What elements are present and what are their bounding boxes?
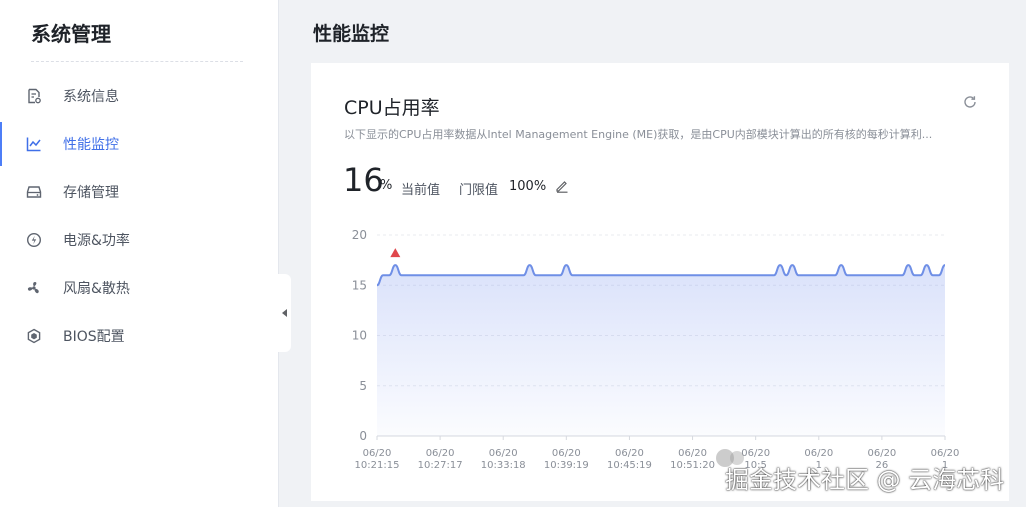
x-tick-label-date: 06/20 [678, 448, 707, 459]
x-tick-label-date: 06/20 [426, 448, 455, 459]
edit-threshold-icon[interactable] [555, 178, 569, 193]
x-tick-label-time: 10:39:19 [544, 460, 589, 471]
power-icon [26, 232, 42, 248]
max-value-marker [390, 248, 401, 258]
y-tick-label: 15 [352, 278, 367, 292]
x-tick-label-date: 06/20 [552, 448, 581, 459]
sidebar: 系统管理 系统信息 性能监控 存储管理 电源&功率 风扇&散热 BIOS配置 [0, 0, 279, 507]
x-tick-label-date: 06/20 [931, 448, 960, 459]
x-tick-label-date: 06/20 [867, 448, 896, 459]
y-tick-label: 10 [352, 329, 367, 343]
sidebar-item-label: BIOS配置 [63, 329, 125, 345]
watermark-text: 掘金技术社区 @ 云海芯科 [725, 466, 1005, 494]
fan-icon [26, 280, 42, 296]
sidebar-item-bios[interactable]: BIOS配置 [0, 314, 278, 358]
card-title: CPU占用率 [344, 97, 440, 119]
series-line [376, 264, 946, 287]
cpu-usage-card: CPU占用率 以下显示的CPU占用率数据从Intel Management En… [311, 63, 1009, 501]
x-tick-label-date: 06/20 [363, 448, 392, 459]
threshold-value: 100% [509, 179, 547, 194]
sidebar-title: 系统管理 [31, 22, 111, 46]
page-title: 性能监控 [313, 23, 390, 45]
document-settings-icon [26, 88, 42, 104]
sidebar-item-system-info[interactable]: 系统信息 [0, 74, 278, 118]
threshold-label: 门限值 [459, 183, 499, 198]
series-area [377, 265, 945, 436]
hexagon-chip-icon [26, 328, 42, 344]
sidebar-item-power[interactable]: 电源&功率 [0, 218, 278, 262]
x-tick-label-time: 10:45:19 [607, 460, 652, 471]
sidebar-item-label: 风扇&散热 [63, 281, 130, 297]
x-tick-label-time: 10:21:15 [355, 460, 400, 471]
x-tick-label-date: 06/20 [489, 448, 518, 459]
card-description: 以下显示的CPU占用率数据从Intel Management Engine (M… [344, 128, 933, 141]
x-tick-label-date: 06/20 [804, 448, 833, 459]
x-tick-label-time: 10:33:18 [481, 460, 526, 471]
current-value-unit: % [380, 178, 393, 193]
y-tick-label: 20 [352, 228, 367, 242]
sidebar-item-label: 电源&功率 [63, 233, 130, 249]
y-tick-label: 5 [359, 379, 367, 393]
sidebar-collapse-toggle[interactable] [278, 274, 291, 352]
current-value-label: 当前值 [401, 183, 441, 198]
x-tick-label-time: 10:27:17 [418, 460, 463, 471]
sidebar-item-performance[interactable]: 性能监控 [0, 122, 278, 166]
sidebar-item-label: 系统信息 [63, 89, 119, 105]
y-tick-label: 0 [359, 429, 367, 443]
storage-drive-icon [26, 184, 42, 200]
x-tick-label-date: 06/20 [615, 448, 644, 459]
current-value: 16 [343, 161, 384, 199]
sidebar-divider [31, 61, 243, 62]
x-tick-label-time: 10:51:20 [670, 460, 715, 471]
refresh-icon[interactable] [962, 94, 978, 110]
sidebar-item-label: 存储管理 [63, 185, 119, 201]
caret-left-icon [282, 309, 287, 317]
sidebar-item-storage[interactable]: 存储管理 [0, 170, 278, 214]
line-chart-icon [26, 136, 42, 152]
sidebar-item-fan[interactable]: 风扇&散热 [0, 266, 278, 310]
sidebar-item-label: 性能监控 [63, 137, 119, 153]
